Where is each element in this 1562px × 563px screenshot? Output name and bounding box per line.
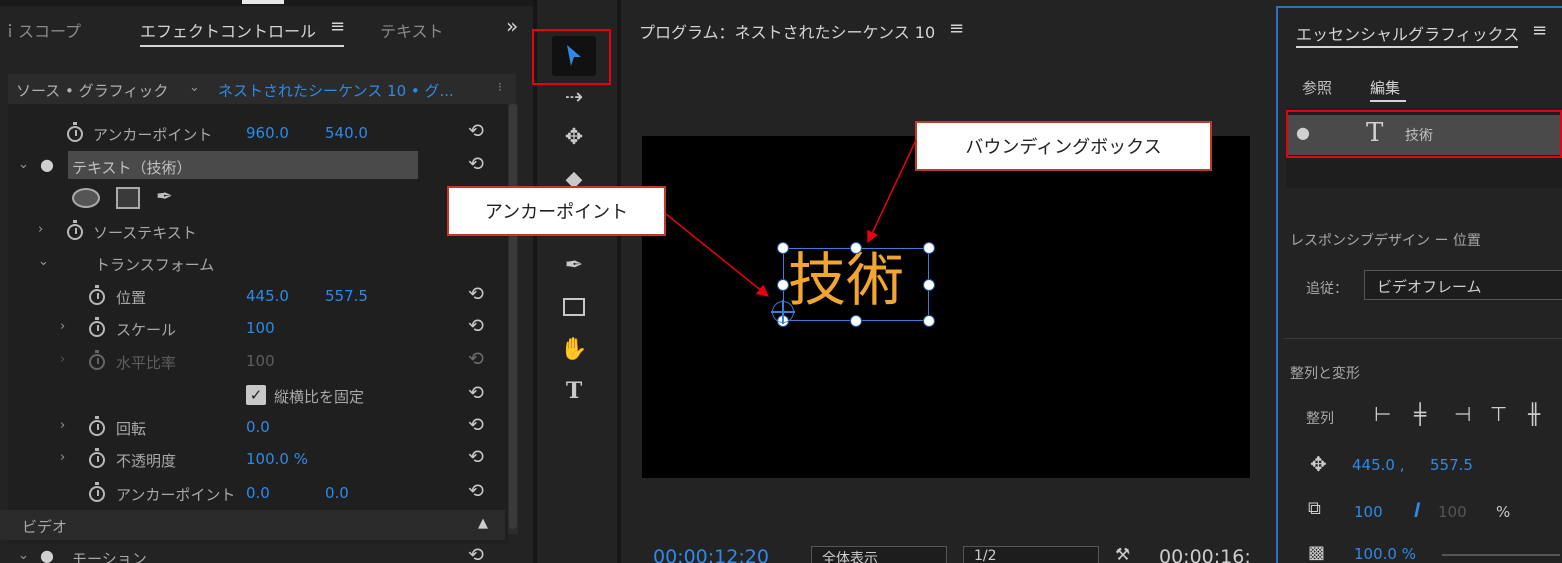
align-label: 整列 bbox=[1306, 411, 1334, 427]
align-top-icon[interactable]: ⊤ bbox=[1490, 402, 1507, 426]
percent-label: % bbox=[1496, 503, 1511, 521]
follow-dropdown[interactable]: ビデオフレーム bbox=[1364, 270, 1562, 300]
align-right-icon[interactable]: ⊣ bbox=[1454, 402, 1471, 426]
move-icon: ✥ bbox=[1310, 452, 1327, 476]
position-y-value[interactable]: 557.5 bbox=[1430, 456, 1473, 474]
scale-value[interactable]: 100 bbox=[1354, 503, 1383, 521]
opacity-slider[interactable] bbox=[1442, 554, 1560, 556]
divider bbox=[1284, 338, 1562, 339]
menu-icon[interactable]: ≡ bbox=[1532, 20, 1547, 41]
opacity-icon: ▩ bbox=[1308, 542, 1326, 563]
link-icon[interactable]: 𝒍 bbox=[1414, 498, 1419, 522]
opacity-value[interactable]: 100.0 % bbox=[1354, 545, 1416, 563]
responsive-design-label: レスポンシブデザイン ー 位置 bbox=[1290, 233, 1481, 249]
essential-graphics-title[interactable]: エッセンシャルグラフィックス bbox=[1296, 21, 1519, 45]
active-tab-underline bbox=[1296, 46, 1518, 48]
layer-highlight bbox=[1286, 110, 1562, 158]
align-middle-icon[interactable]: ╫ bbox=[1528, 402, 1540, 426]
position-x-value[interactable]: 445.0 , bbox=[1352, 456, 1404, 474]
follow-value: ビデオフレーム bbox=[1377, 278, 1482, 296]
essential-graphics-panel: エッセンシャルグラフィックス ≡ 参照 編集 ● T 技術 レスポンシブデザイン… bbox=[1276, 6, 1562, 563]
edit-tab-underline bbox=[1370, 100, 1406, 102]
align-center-icon[interactable]: ╪ bbox=[1414, 402, 1426, 426]
align-transform-label: 整列と変形 bbox=[1290, 366, 1360, 382]
scale-icon: ⧉ bbox=[1308, 498, 1321, 519]
scale-height-value: 100 bbox=[1438, 503, 1467, 521]
align-left-icon[interactable]: ⊢ bbox=[1374, 402, 1391, 426]
tab-browse[interactable]: 参照 bbox=[1302, 77, 1332, 98]
tab-edit[interactable]: 編集 bbox=[1370, 77, 1400, 98]
follow-label: 追従： bbox=[1306, 281, 1348, 297]
